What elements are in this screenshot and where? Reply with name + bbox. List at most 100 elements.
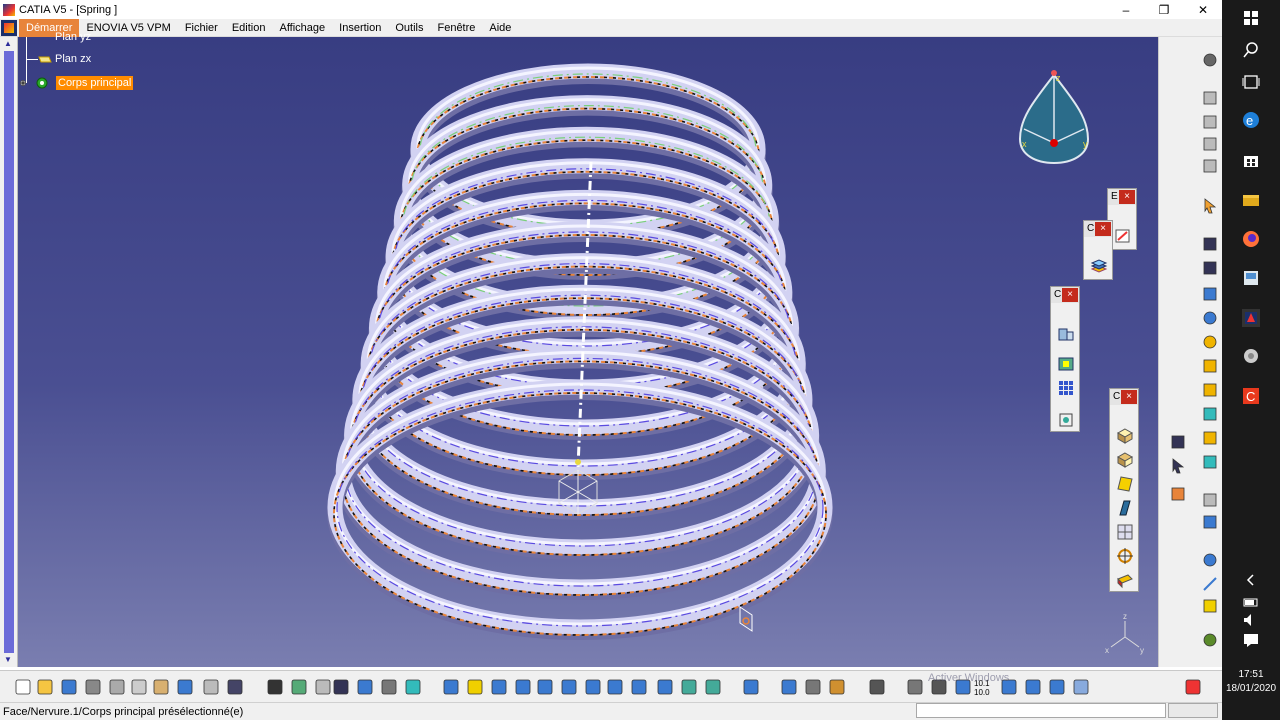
floating-toolbar-c3[interactable]: C × (1109, 388, 1139, 592)
menu-fenetre[interactable]: Fenêtre (430, 19, 482, 37)
knowledge-icon[interactable] (290, 678, 308, 696)
sketch-icon[interactable] (1114, 227, 1132, 245)
minimize-button[interactable]: – (1107, 0, 1145, 19)
menu-outils[interactable]: Outils (388, 19, 430, 37)
toolbar-close-button[interactable]: × (1121, 390, 1137, 404)
task-view-icon[interactable] (1241, 72, 1261, 92)
pattern-grid-icon[interactable] (1057, 379, 1075, 397)
revolve-icon[interactable] (1201, 309, 1219, 327)
new-file-icon[interactable] (14, 678, 32, 696)
fit-all-icon[interactable] (1057, 411, 1075, 429)
floating-toolbar-c2[interactable]: C × (1050, 286, 1080, 432)
spring-3d-model[interactable]: x y z z x y (18, 37, 1158, 667)
shading-icon[interactable] (1116, 571, 1134, 589)
rib-icon[interactable] (1201, 357, 1219, 375)
scrollbar-track[interactable] (4, 51, 14, 653)
camera-icon[interactable] (868, 678, 886, 696)
pointer-icon[interactable] (314, 678, 332, 696)
windows-start-icon[interactable] (1241, 8, 1261, 28)
menu-aide[interactable]: Aide (482, 19, 518, 37)
menu-enovia[interactable]: ENOVIA V5 VPM (79, 19, 177, 37)
point-icon[interactable] (1201, 551, 1219, 569)
copy-icon[interactable] (1201, 157, 1219, 175)
material-icon[interactable] (1072, 678, 1090, 696)
command-button[interactable] (1168, 703, 1218, 718)
menu-fichier[interactable]: Fichier (178, 19, 225, 37)
list-icon[interactable] (1048, 678, 1066, 696)
taskbar-clock[interactable]: 17:51 18/01/2020 (1222, 668, 1280, 696)
scroll-down-icon[interactable]: ▼ (4, 655, 12, 664)
tree-node-plan-yz[interactable]: Plan yz (55, 31, 91, 43)
multi-pad-icon[interactable] (1201, 405, 1219, 423)
tree-scrollbar[interactable]: ▲ ▼ (0, 37, 18, 667)
measure-icon[interactable] (356, 678, 374, 696)
help-icon[interactable] (226, 678, 244, 696)
loft-icon[interactable] (1201, 429, 1219, 447)
hole-icon[interactable] (1201, 333, 1219, 351)
fit-all-icon[interactable] (466, 678, 484, 696)
compass-icon[interactable]: x y z (1018, 70, 1090, 165)
named-views-icon[interactable] (1116, 523, 1134, 541)
refresh-icon[interactable] (906, 678, 924, 696)
gear-icon[interactable] (1201, 51, 1219, 69)
floating-toolbar-c1[interactable]: C × (1083, 220, 1113, 280)
plane-icon[interactable] (1201, 597, 1219, 615)
copy-icon[interactable] (130, 678, 148, 696)
frame-icon[interactable] (1201, 513, 1219, 531)
isometric-view-icon[interactable] (1116, 427, 1134, 445)
front-view-icon[interactable] (1116, 451, 1134, 469)
menu-edition[interactable]: Edition (225, 19, 273, 37)
inertia-icon[interactable] (804, 678, 822, 696)
close-button[interactable]: ✕ (1184, 0, 1222, 19)
menu-insertion[interactable]: Insertion (332, 19, 388, 37)
hide-show-icon[interactable] (680, 678, 698, 696)
toolbar-close-button[interactable]: × (1119, 190, 1135, 204)
target-icon[interactable] (1116, 547, 1134, 565)
menu-affichage[interactable]: Affichage (272, 19, 332, 37)
text-abc-icon[interactable] (1169, 433, 1187, 451)
rotate-icon[interactable] (514, 678, 532, 696)
normal-view-icon[interactable] (584, 678, 602, 696)
maximize-button[interactable]: ❐ (1145, 0, 1183, 19)
scroll-up-icon[interactable]: ▲ (4, 39, 12, 48)
filter-icon[interactable] (1024, 678, 1042, 696)
swap-visible-icon[interactable] (704, 678, 722, 696)
sketcher-icon[interactable] (1201, 235, 1219, 253)
apply-material-icon[interactable] (1201, 631, 1219, 649)
catia-logo-icon[interactable] (1184, 678, 1202, 696)
tree-node-plan-zx[interactable]: Plan zx (38, 53, 91, 65)
command-input[interactable] (916, 703, 1166, 718)
photos-icon[interactable] (1241, 268, 1261, 288)
pocket-icon[interactable] (1057, 355, 1075, 373)
toolbar-close-button[interactable]: × (1062, 288, 1078, 302)
edge-browser-icon[interactable]: e (1241, 110, 1261, 130)
search-icon[interactable] (1241, 40, 1261, 60)
annotation-icon[interactable] (1169, 485, 1187, 503)
catia-menu-logo-icon[interactable] (1, 19, 17, 36)
store-icon[interactable] (1241, 150, 1261, 170)
sketch-plane-icon[interactable] (1201, 259, 1219, 277)
zoom-out-icon[interactable] (560, 678, 578, 696)
paste-icon[interactable] (152, 678, 170, 696)
app-icon-red[interactable]: C (1241, 386, 1261, 406)
save-icon[interactable] (60, 678, 78, 696)
table-icon[interactable] (332, 678, 350, 696)
redo-icon[interactable] (202, 678, 220, 696)
pad-icon[interactable] (1201, 285, 1219, 303)
iso-view-icon[interactable] (630, 678, 648, 696)
chevron-left-icon[interactable] (1241, 570, 1261, 590)
pan-icon[interactable] (490, 678, 508, 696)
part-icon[interactable] (380, 678, 398, 696)
battery-icon[interactable] (1241, 592, 1261, 612)
catia-taskbar-icon[interactable] (1241, 308, 1261, 328)
bottle-icon[interactable] (828, 678, 846, 696)
tree-node-corps-principal[interactable]: Corps principal (20, 75, 134, 91)
shading-icon[interactable] (656, 678, 674, 696)
side-view-icon[interactable] (1116, 499, 1134, 517)
multi-view-icon[interactable] (606, 678, 624, 696)
distance-icon[interactable] (780, 678, 798, 696)
3d-viewport[interactable]: x y z z x y (18, 37, 1158, 667)
undo-icon[interactable] (176, 678, 194, 696)
print-icon[interactable] (84, 678, 102, 696)
copy-icon[interactable] (1201, 135, 1219, 153)
